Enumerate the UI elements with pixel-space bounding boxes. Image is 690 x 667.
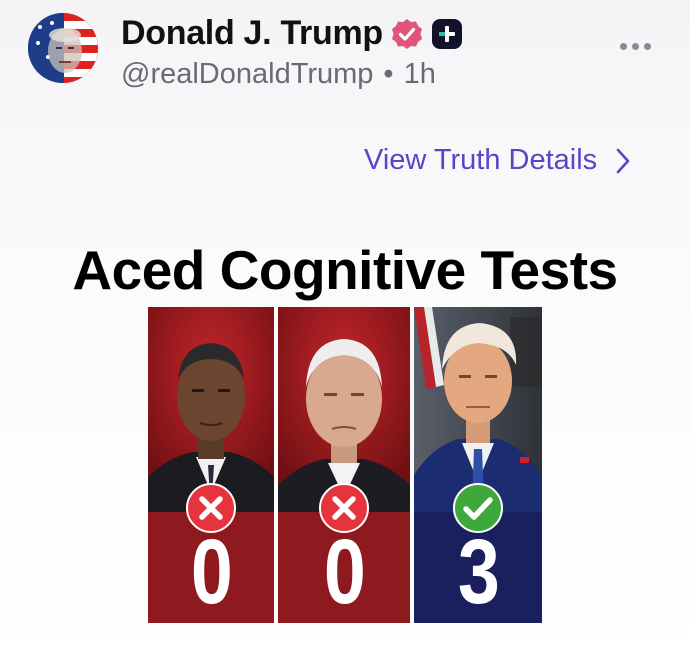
handle-row: @realDonaldTrump • 1h (121, 58, 436, 91)
view-truth-details-link[interactable]: View Truth Details (364, 144, 631, 177)
separator-dot: • (383, 58, 394, 90)
plus-badge-icon (431, 18, 462, 49)
post-time: 1h (403, 58, 436, 90)
post-image[interactable]: 0 0 3 (148, 307, 542, 623)
more-dot-icon (644, 43, 651, 50)
chevron-right-icon (616, 148, 630, 173)
image-title: Aced Cognitive Tests (72, 239, 618, 301)
score-value: 0 (323, 521, 366, 623)
author-handle[interactable]: @realDonaldTrump (121, 58, 373, 91)
panel-right: 3 (414, 307, 542, 623)
score-value: 3 (457, 521, 500, 623)
author-row: Donald J. Trump (121, 14, 463, 53)
more-options-button[interactable] (620, 43, 651, 50)
more-dot-icon (620, 43, 627, 50)
more-dot-icon (632, 43, 639, 50)
avatar[interactable] (28, 13, 98, 83)
verified-badge-icon (391, 18, 422, 49)
score-value: 0 (190, 521, 233, 623)
author-name[interactable]: Donald J. Trump (121, 14, 383, 53)
details-link-label: View Truth Details (364, 144, 598, 176)
panel-middle: 0 (278, 307, 410, 623)
panel-left: 0 (148, 307, 274, 623)
